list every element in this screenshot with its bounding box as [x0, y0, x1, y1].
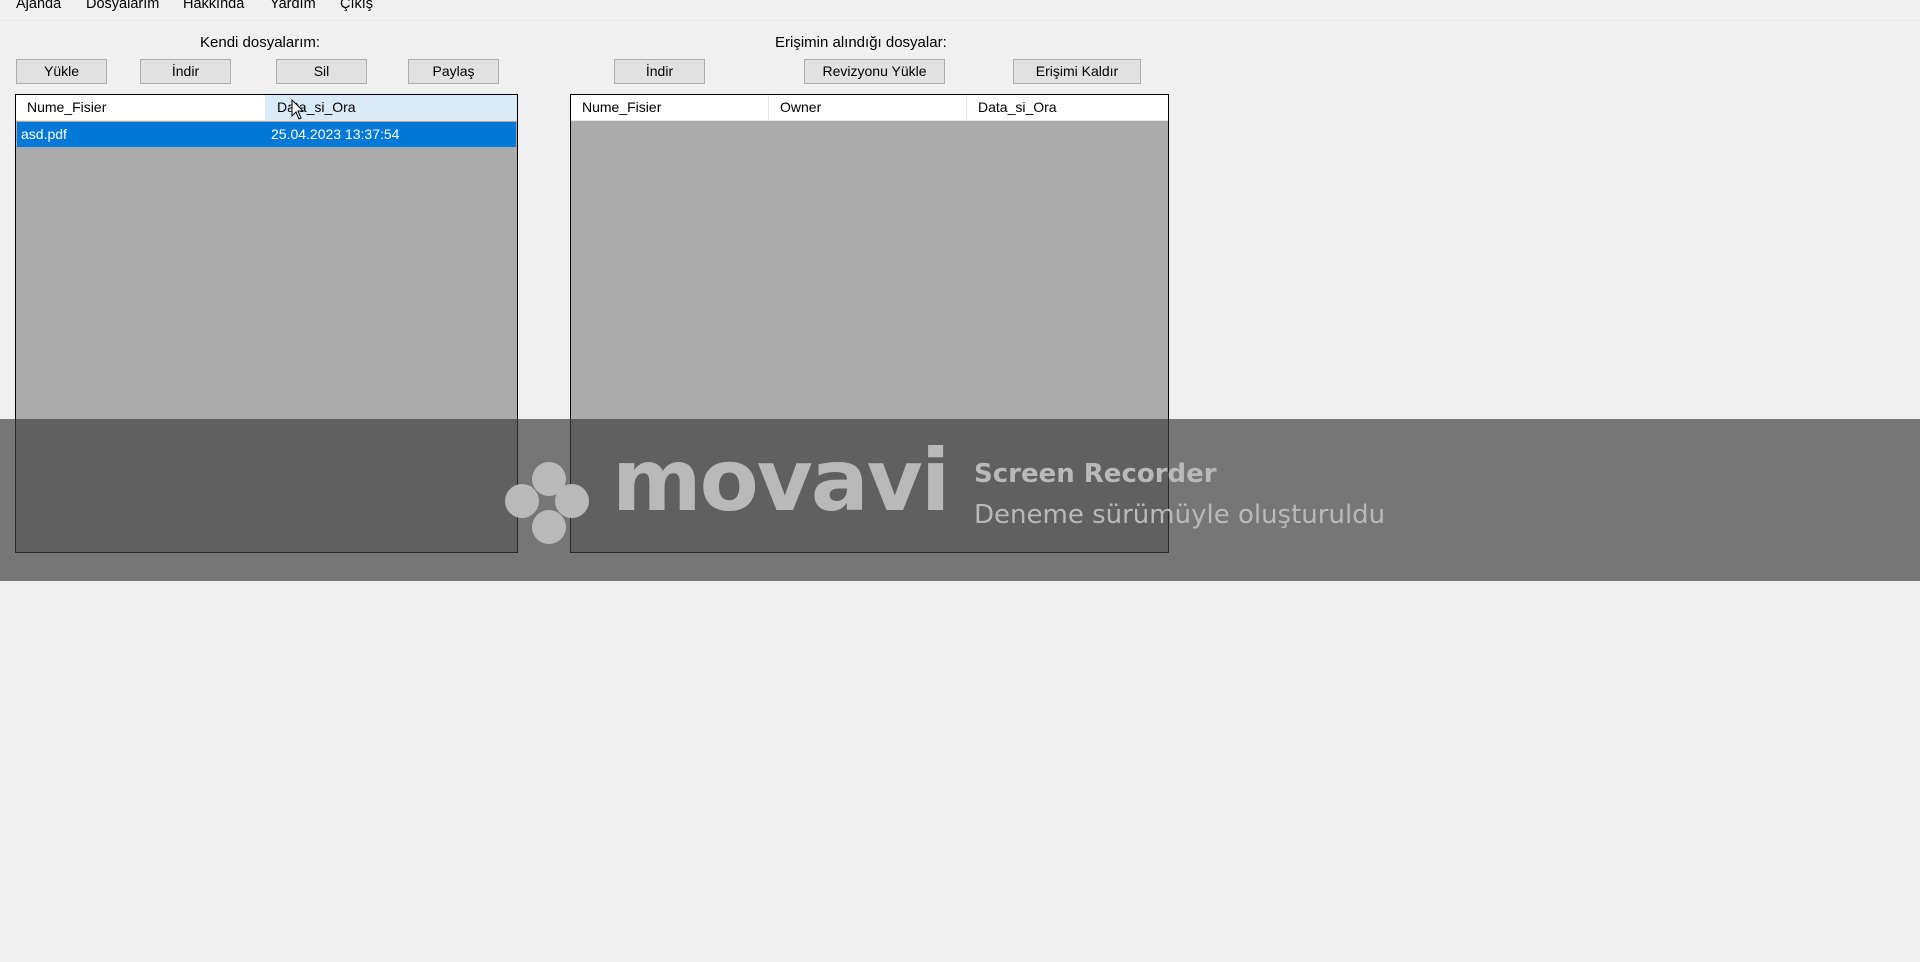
- watermark-trial-note: Deneme sürümüyle oluşturuldu: [974, 500, 1386, 530]
- watermark-brand: movavi: [612, 431, 950, 531]
- menu-item-hakkinda[interactable]: Hakkında: [183, 0, 244, 12]
- upload-button[interactable]: Yükle: [16, 59, 107, 84]
- menu-item-cikis[interactable]: Çıkış: [340, 0, 373, 12]
- remove-access-button[interactable]: Erişimi Kaldır: [1013, 59, 1141, 84]
- menu-item-yardim[interactable]: Yardım: [270, 0, 316, 12]
- menu-item-ajanda[interactable]: Ajanda: [16, 0, 61, 12]
- shared-download-button[interactable]: İndir: [614, 59, 705, 84]
- file-name-cell: asd.pdf: [21, 126, 67, 142]
- table-row[interactable]: asd.pdf 25.04.2023 13:37:54: [17, 122, 516, 147]
- share-button[interactable]: Paylaş: [408, 59, 499, 84]
- download-button[interactable]: İndir: [140, 59, 231, 84]
- column-header-date-time[interactable]: Data_si_Ora: [967, 95, 1168, 120]
- mouse-cursor-icon: [291, 99, 305, 120]
- column-header-file-name[interactable]: Nume_Fisier: [16, 95, 266, 120]
- shared-files-title: Erişimin alındığı dosyalar:: [775, 34, 947, 51]
- watermark-banner: [0, 419, 1920, 581]
- own-files-list-header: Nume_Fisier Data_si_Ora: [16, 95, 517, 121]
- delete-button[interactable]: Sil: [276, 59, 367, 84]
- movavi-logo-icon: [505, 462, 589, 544]
- shared-files-list-header: Nume_Fisier Owner Data_si_Ora: [571, 95, 1168, 121]
- own-files-title: Kendi dosyalarım:: [200, 34, 321, 51]
- date-time-cell: 25.04.2023 13:37:54: [271, 126, 400, 142]
- menu-bar: Ajanda Dosyalarım Hakkında Yardım Çıkış: [0, 0, 1920, 21]
- upload-revision-button[interactable]: Revizyonu Yükle: [804, 59, 945, 84]
- column-header-owner[interactable]: Owner: [769, 95, 967, 120]
- watermark-product: Screen Recorder: [974, 459, 1217, 489]
- menu-item-dosyalarim[interactable]: Dosyalarım: [86, 0, 159, 12]
- column-header-file-name[interactable]: Nume_Fisier: [571, 95, 769, 120]
